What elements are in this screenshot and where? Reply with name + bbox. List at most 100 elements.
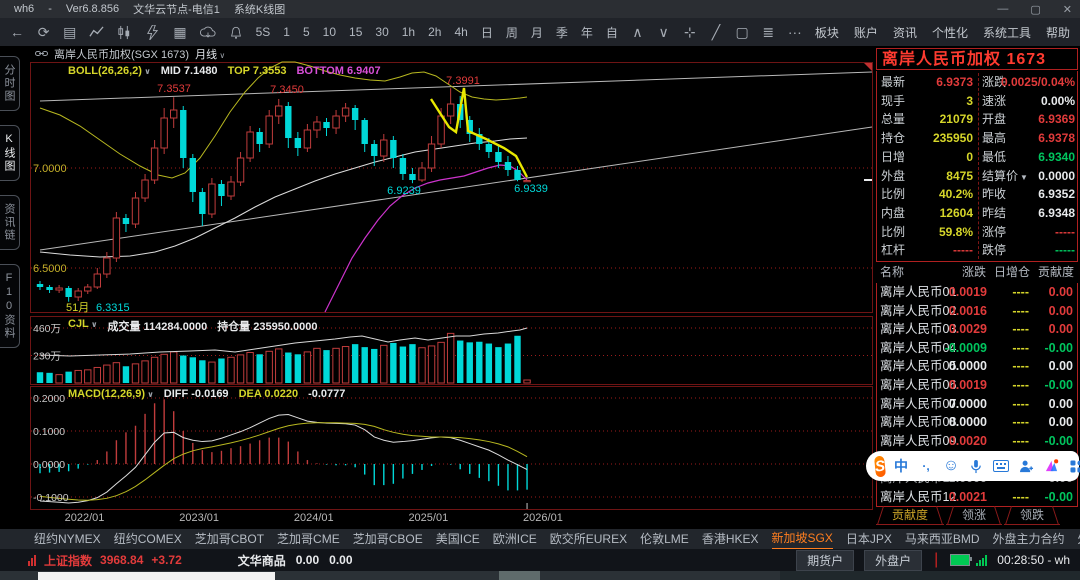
table-row[interactable]: 离岸人民币01 0.0019 ---- 0.00 (877, 283, 1077, 302)
period-button-5[interactable]: 5 (303, 25, 310, 39)
maximize-icon[interactable]: ▢ (1030, 3, 1040, 16)
boll-indicator-header: BOLL(26,26,2) ∨ MID 7.1480 TOP 7.3553 BO… (68, 65, 381, 77)
expand-down-icon[interactable]: ∨ (657, 24, 670, 40)
period-button-1[interactable]: 1 (283, 25, 290, 39)
table-row[interactable]: 离岸人民币09 0.0020 ---- -0.00 (877, 432, 1077, 451)
emoji-icon[interactable]: ☺ (943, 457, 959, 474)
exchange-tab-日本JPX[interactable]: 日本JPX (846, 529, 892, 549)
period-button-年[interactable]: 年 (581, 24, 593, 41)
period-button-自[interactable]: 自 (606, 24, 618, 41)
futures-account-button[interactable]: 期货户 (796, 549, 855, 571)
main-toolbar: ← ⟳ ▤ ▦ 5S 1 5 10 15 30 1h 2h 4h 日周月季年自 ∧ ∨ ⊹ ╱ ▢ ≣ ··· 板块 账户资… (0, 18, 1080, 46)
quote-label[interactable]: 结算价 ▼ (982, 167, 1028, 187)
kline-chart-canvas[interactable]: 7.0000 6.5000 460万 230万 0.2000 0.1000 0.0000 -0… (28, 46, 875, 529)
period-button-30[interactable]: 30 (375, 25, 388, 39)
candlestick-icon[interactable] (117, 24, 132, 40)
sse-index-name[interactable]: 上证指数 (44, 552, 92, 569)
collapse-up-icon[interactable]: ∧ (631, 24, 644, 40)
exchange-tab-美国ICE[interactable]: 美国ICE (436, 529, 480, 549)
cloud-download-icon[interactable] (199, 24, 216, 40)
contacts-icon[interactable] (1018, 458, 1034, 474)
taskbar-window[interactable] (38, 572, 275, 580)
sidebar-tab-资讯链[interactable]: 资讯链 (0, 195, 20, 250)
tab-贡献度[interactable]: 贡献度 (876, 506, 945, 525)
exchange-tab-欧洲ICE[interactable]: 欧洲ICE (493, 529, 537, 549)
keyboard-icon[interactable] (993, 458, 1010, 474)
cloud-node-label: 文华云节点-电信1 (133, 4, 220, 16)
menu-item-账户[interactable]: 账户 (854, 24, 878, 41)
exchange-tab-欧交所EUREX[interactable]: 欧交所EUREX (550, 529, 627, 549)
exchange-tab-芝加哥CBOT[interactable]: 芝加哥CBOT (195, 529, 264, 549)
more-icon[interactable]: ··· (788, 24, 802, 40)
tab-领涨[interactable]: 领涨 (946, 506, 1003, 525)
exchange-tab-外盘主力合约[interactable]: 外盘主力合约 (993, 529, 1065, 549)
macd-name-dropdown[interactable]: MACD(12,26,9) ∨ (68, 388, 154, 400)
menu-item-资讯[interactable]: 资讯 (893, 24, 917, 41)
cjl-name-dropdown[interactable]: CJL ∨ (68, 318, 98, 334)
exchange-tab-芝加哥CBOE[interactable]: 芝加哥CBOE (353, 529, 423, 549)
table-row[interactable]: 离岸人民币02 0.0016 ---- 0.00 (877, 302, 1077, 321)
toolbox-grid-icon[interactable] (1068, 458, 1080, 474)
table-row[interactable]: 离岸人民币07 0.0000 ---- 0.00 (877, 395, 1077, 414)
chinese-mode-icon[interactable]: 中 (893, 458, 909, 474)
minimize-icon[interactable]: — (997, 3, 1008, 15)
menu-item-系统工具[interactable]: 系统工具 (983, 24, 1031, 41)
table-row[interactable]: 离岸人民币04 -0.0009 ---- -0.00 (877, 339, 1077, 358)
rectangle-icon[interactable]: ▢ (735, 24, 748, 40)
period-button-1h[interactable]: 1h (402, 25, 415, 39)
period-button-4h[interactable]: 4h (454, 25, 467, 39)
line-chart-icon[interactable] (89, 24, 104, 40)
menu-item-个性化[interactable]: 个性化 (932, 24, 968, 41)
sogou-logo-icon[interactable]: S (873, 455, 887, 477)
skin-palette-icon[interactable] (1043, 458, 1059, 474)
exchange-tab-伦敦LME[interactable]: 伦敦LME (640, 529, 689, 549)
quote-row-最新: 最新 6.9373 涨跌 0.0025/0.04% (877, 73, 1079, 92)
period-button-5S[interactable]: 5S (256, 25, 271, 39)
table-row[interactable]: 离岸人民币12 0.0021 ---- -0.00 (877, 488, 1077, 507)
menu-item-帮助[interactable]: 帮助 (1046, 24, 1070, 41)
exchange-tab-纽约COMEX[interactable]: 纽约COMEX (114, 529, 182, 549)
exchange-tab-马来西亚BMD[interactable]: 马来西亚BMD (905, 529, 980, 549)
table-row[interactable]: 离岸人民币08 0.0000 ---- 0.00 (877, 413, 1077, 432)
exchange-tab-香港HKEX[interactable]: 香港HKEX (702, 529, 759, 549)
split-lightning-icon[interactable] (145, 24, 160, 40)
insert-pane-icon[interactable]: ⊹ (683, 24, 696, 40)
quote-value: 0.0025/0.04% (1000, 75, 1075, 89)
boll-name-dropdown[interactable]: BOLL(26,26,2) ∨ (68, 65, 151, 77)
exchange-tab-新加坡SGX[interactable]: 新加坡SGX (771, 528, 833, 550)
foreign-account-button[interactable]: 外盘户 (864, 549, 923, 571)
period-button-2h[interactable]: 2h (428, 25, 441, 39)
period-button-周[interactable]: 周 (506, 24, 518, 41)
table-row[interactable]: 离岸人民币06 0.0019 ---- -0.00 (877, 376, 1077, 395)
period-button-15[interactable]: 15 (349, 25, 362, 39)
sidebar-tab-分时图[interactable]: 分时图 (0, 56, 20, 111)
period-button-10[interactable]: 10 (323, 25, 336, 39)
draw-line-icon[interactable]: ╱ (709, 24, 722, 40)
punctuation-icon[interactable]: ·, (918, 458, 934, 474)
sidebar-tab-F10资料[interactable]: F10资料 (0, 264, 20, 348)
back-icon[interactable]: ← (10, 24, 24, 40)
sse-index-change: +3.72 (151, 553, 182, 567)
table-row[interactable]: 离岸人民币05 0.0000 ---- 0.00 (877, 357, 1077, 376)
change-value: 0.0000 (948, 396, 987, 411)
wenhua-index-name[interactable]: 文华商品 (238, 552, 286, 569)
chart-window-icon[interactable]: ▦ (173, 24, 186, 40)
alarm-bell-icon[interactable] (229, 24, 243, 40)
table-row[interactable]: 离岸人民币03 0.0029 ---- 0.00 (877, 320, 1077, 339)
quote-value: 21079 (939, 112, 973, 127)
list-icon[interactable]: ≣ (762, 24, 775, 40)
microphone-icon[interactable] (968, 458, 984, 474)
close-icon[interactable]: ✕ (1063, 3, 1072, 16)
refresh-icon[interactable]: ⟳ (37, 24, 50, 40)
exchange-tab-芝加哥CME[interactable]: 芝加哥CME (277, 529, 340, 549)
exchange-tab-纽约NYMEX[interactable]: 纽约NYMEX (34, 529, 101, 549)
chart-period-dropdown[interactable]: 月线 ∨ (195, 46, 225, 62)
menu-item-板块[interactable]: 板块 (815, 24, 839, 41)
period-button-季[interactable]: 季 (556, 24, 568, 41)
sidebar-tab-K线图[interactable]: K线图 (0, 125, 20, 181)
status-bar: 上证指数 3968.84 +3.72 文华商品 0.00 0.00 期货户 外盘… (0, 549, 1080, 571)
quote-board-icon[interactable]: ▤ (63, 24, 76, 40)
tab-领跌[interactable]: 领跌 (1004, 506, 1061, 525)
period-button-月[interactable]: 月 (531, 24, 543, 41)
period-button-日[interactable]: 日 (481, 24, 493, 41)
